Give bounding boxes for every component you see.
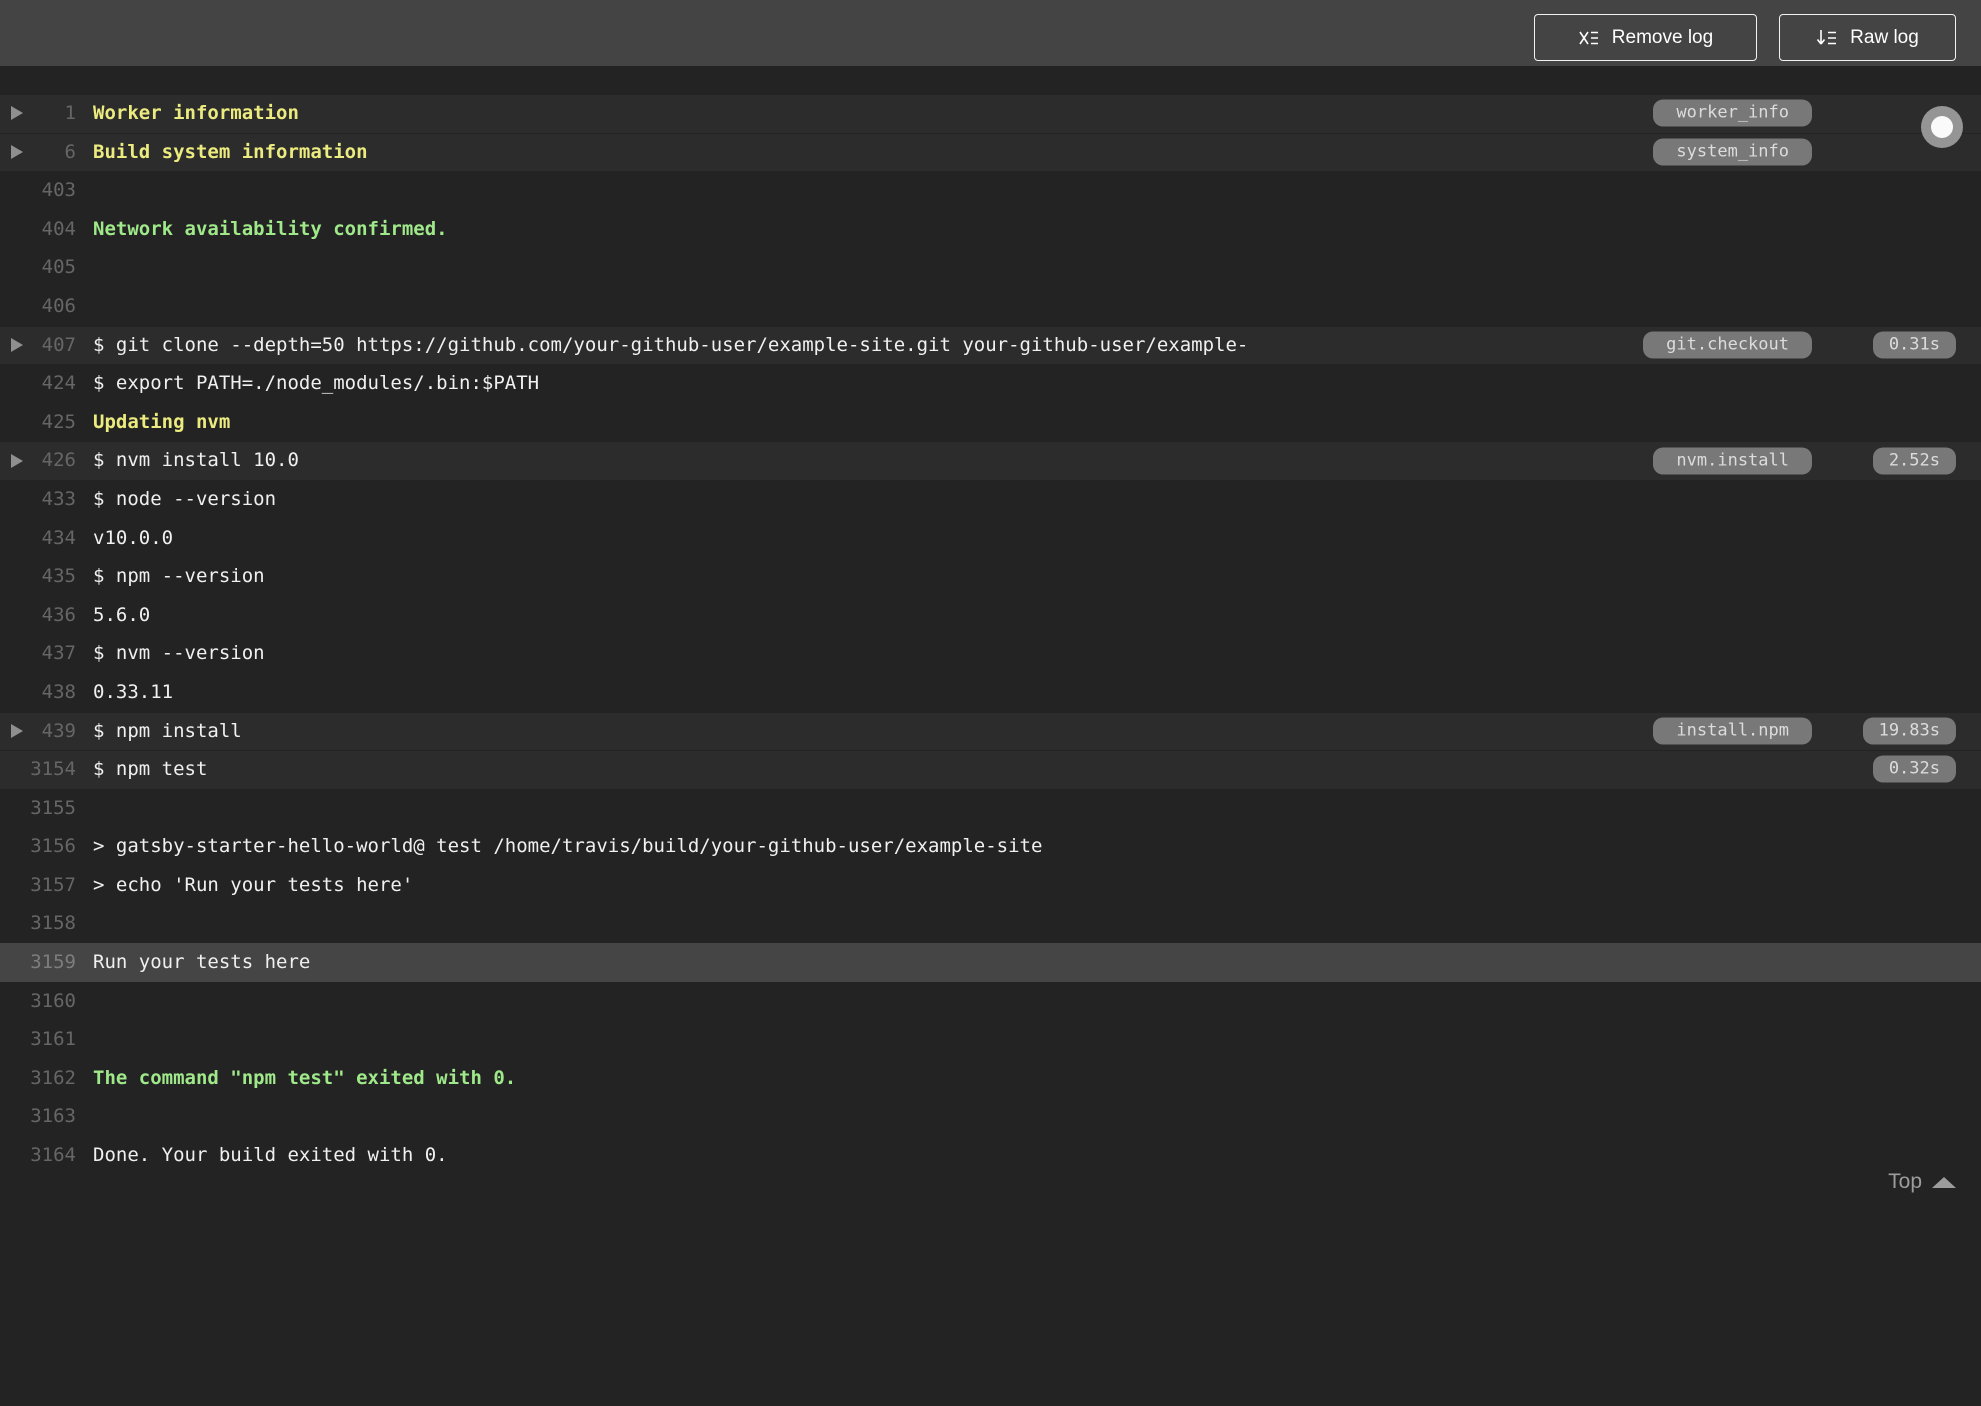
- log-text: $ nvm --version: [93, 642, 265, 665]
- log-row: 3161: [0, 1020, 1981, 1059]
- line-number[interactable]: 3154: [0, 750, 76, 789]
- raw-log-label: Raw log: [1850, 26, 1919, 48]
- log-text: 0.33.11: [93, 680, 174, 703]
- log-row: 437 $ nvm --version: [0, 634, 1981, 673]
- duration-badge: 0.32s: [1872, 755, 1956, 783]
- line-number[interactable]: 405: [0, 248, 76, 287]
- line-number[interactable]: 404: [0, 210, 76, 249]
- remove-log-button[interactable]: Remove log: [1534, 14, 1757, 61]
- log-row: 1 Worker information worker_info: [0, 94, 1981, 133]
- line-number[interactable]: 3161: [0, 1020, 76, 1059]
- line-number[interactable]: 3155: [0, 789, 76, 828]
- line-number[interactable]: 407: [0, 326, 76, 365]
- line-number[interactable]: 439: [0, 712, 76, 751]
- log-row: 435 $ npm --version: [0, 557, 1981, 596]
- line-number[interactable]: 426: [0, 441, 76, 480]
- log-row: 3158: [0, 904, 1981, 943]
- log-row: 3160: [0, 982, 1981, 1021]
- line-number[interactable]: 425: [0, 403, 76, 442]
- top-arrow-icon: [1932, 1176, 1956, 1188]
- log-text: Run your tests here: [93, 951, 311, 974]
- line-number[interactable]: 6: [0, 133, 76, 172]
- line-number[interactable]: 403: [0, 171, 76, 210]
- line-number[interactable]: 424: [0, 364, 76, 403]
- duration-badge: 2.52s: [1872, 447, 1956, 475]
- line-number[interactable]: 435: [0, 557, 76, 596]
- log-row: 439 $ npm install install.npm 19.83s: [0, 711, 1981, 751]
- log-row: 405: [0, 248, 1981, 287]
- stage-tag: system_info: [1653, 138, 1812, 166]
- log-text: 5.6.0: [93, 603, 151, 626]
- log-text: $ node --version: [93, 487, 277, 510]
- log-row: 425 Updating nvm: [0, 403, 1981, 442]
- line-number[interactable]: 434: [0, 519, 76, 558]
- log-text: v10.0.0: [93, 526, 174, 549]
- log-row: 434 v10.0.0: [0, 519, 1981, 558]
- log-text: $ export PATH=./node_modules/.bin:$PATH: [93, 372, 540, 395]
- log-text: Build system information: [93, 140, 368, 163]
- remove-log-label: Remove log: [1611, 26, 1714, 48]
- log-text: $ npm test: [93, 758, 208, 781]
- log-row: 407 $ git clone --depth=50 https://githu…: [0, 325, 1981, 365]
- duration-badge: 0.31s: [1872, 331, 1956, 359]
- stage-tag: install.npm: [1653, 717, 1812, 745]
- raw-log-button[interactable]: Raw log: [1779, 14, 1956, 61]
- log-text: $ nvm install 10.0: [93, 449, 299, 472]
- line-number[interactable]: 3164: [0, 1136, 76, 1175]
- line-number[interactable]: 437: [0, 634, 76, 673]
- log-row: 3162 The command "npm test" exited with …: [0, 1059, 1981, 1098]
- log-row: 424 $ export PATH=./node_modules/.bin:$P…: [0, 364, 1981, 403]
- log-row: 426 $ nvm install 10.0 nvm.install 2.52s: [0, 441, 1981, 480]
- top-link-label: Top: [1888, 1170, 1922, 1193]
- log-row: 404 Network availability confirmed.: [0, 210, 1981, 249]
- log-row: 3164 Done. Your build exited with 0.: [0, 1136, 1981, 1175]
- log-row: 433 $ node --version: [0, 480, 1981, 519]
- line-number[interactable]: 3159: [0, 943, 76, 982]
- log-text: > gatsby-starter-hello-world@ test /home…: [93, 835, 1043, 858]
- log-row: 436 5.6.0: [0, 596, 1981, 635]
- line-number[interactable]: 3157: [0, 866, 76, 905]
- line-number[interactable]: 3156: [0, 827, 76, 866]
- line-number[interactable]: 438: [0, 673, 76, 712]
- log-row: 6 Build system information system_info: [0, 132, 1981, 172]
- log-row: 403: [0, 171, 1981, 210]
- log-text: Updating nvm: [93, 410, 231, 433]
- line-number[interactable]: 3163: [0, 1097, 76, 1136]
- log-text: $ npm install: [93, 719, 242, 742]
- log-row: 3156 > gatsby-starter-hello-world@ test …: [0, 827, 1981, 866]
- log-row: 3154 $ npm test 0.32s: [0, 750, 1981, 789]
- log-container: 1 Worker information worker_info 6 Build…: [0, 66, 1981, 1175]
- remove-log-icon: [1578, 27, 1600, 49]
- stage-tag: nvm.install: [1653, 447, 1812, 475]
- log-row: 3159 Run your tests here: [0, 943, 1981, 982]
- stage-tag: git.checkout: [1643, 331, 1812, 359]
- line-number[interactable]: 433: [0, 480, 76, 519]
- log-text: $ npm --version: [93, 565, 265, 588]
- log-text: > echo 'Run your tests here': [93, 873, 414, 896]
- duration-badge: 19.83s: [1862, 717, 1956, 745]
- scroll-indicator[interactable]: [1921, 106, 1963, 148]
- raw-log-icon: [1816, 27, 1838, 49]
- log-row: 3163: [0, 1097, 1981, 1136]
- toolbar: Remove log Raw log: [0, 0, 1981, 66]
- line-number[interactable]: 436: [0, 596, 76, 635]
- log-text: The command "npm test" exited with 0.: [93, 1066, 517, 1089]
- line-number[interactable]: 406: [0, 287, 76, 326]
- log-text: $ git clone --depth=50 https://github.co…: [93, 333, 1249, 356]
- log-text: Network availability confirmed.: [93, 217, 448, 240]
- line-number[interactable]: 1: [0, 94, 76, 133]
- log-row: 438 0.33.11: [0, 673, 1981, 712]
- log-row: 3155: [0, 789, 1981, 828]
- log-row: 406: [0, 287, 1981, 326]
- top-link[interactable]: Top: [1888, 1170, 1956, 1194]
- line-number[interactable]: 3158: [0, 904, 76, 943]
- log-text: Done. Your build exited with 0.: [93, 1144, 448, 1167]
- log-row: 3157 > echo 'Run your tests here': [0, 866, 1981, 905]
- log-text: Worker information: [93, 102, 299, 124]
- scroll-indicator-dot: [1931, 116, 1953, 138]
- line-number[interactable]: 3160: [0, 982, 76, 1021]
- line-number[interactable]: 3162: [0, 1059, 76, 1098]
- stage-tag: worker_info: [1653, 99, 1812, 127]
